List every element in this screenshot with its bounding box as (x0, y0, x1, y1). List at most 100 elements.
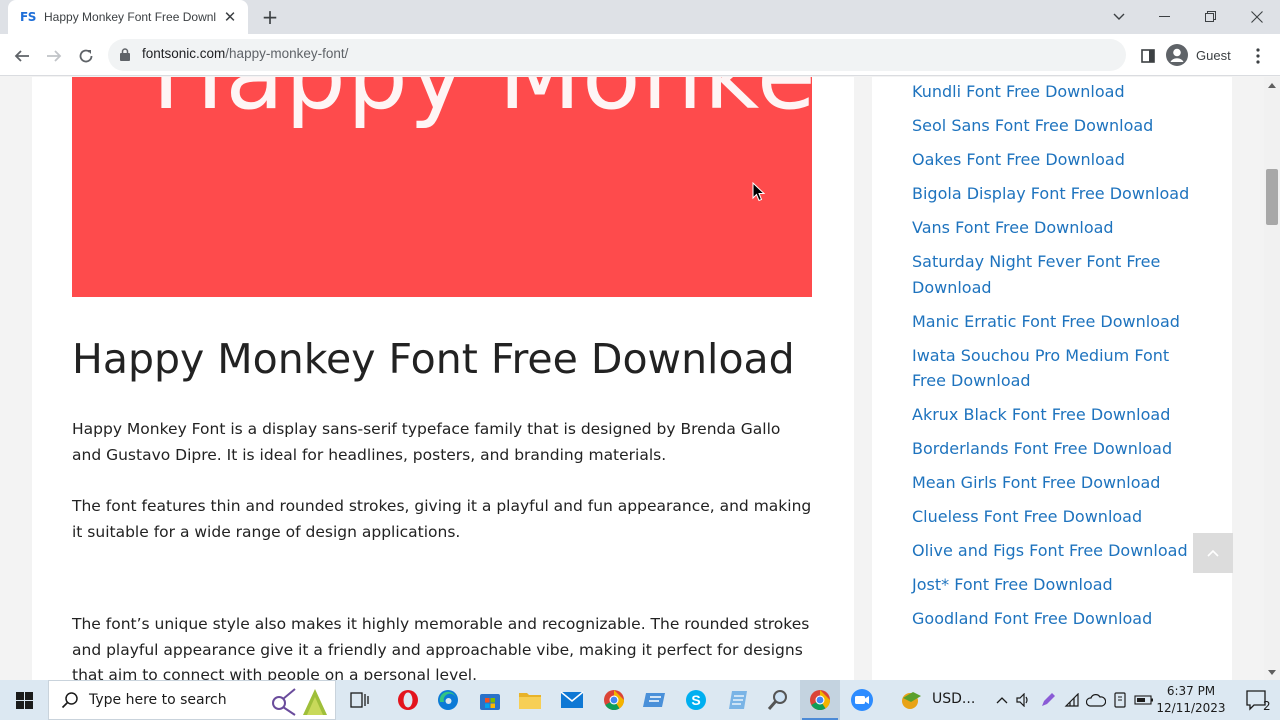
favicon-icon: FS (20, 10, 36, 24)
chevron-down-icon (1113, 13, 1125, 20)
related-link[interactable]: Saturday Night Fever Font Free Download (912, 249, 1192, 300)
mouse-cursor-icon (752, 182, 766, 202)
file-explorer-app[interactable] (516, 686, 544, 714)
task-view-button[interactable] (346, 686, 374, 714)
profile-button[interactable]: Guest (1166, 39, 1231, 71)
restore-icon (1205, 11, 1216, 22)
minimize-button[interactable] (1142, 0, 1188, 34)
taskbar-search-box[interactable]: Type here to search (48, 680, 336, 720)
forward-button[interactable] (40, 42, 68, 70)
address-bar[interactable]: fontsonic.com/happy-monkey-font/ (108, 39, 1126, 71)
svg-text:S: S (691, 692, 700, 708)
restore-button[interactable] (1188, 0, 1234, 34)
scrollbar[interactable] (1264, 77, 1280, 680)
notification-center-button[interactable]: 2 (1246, 690, 1271, 716)
magnifier-icon (767, 690, 787, 710)
close-window-button[interactable] (1234, 0, 1280, 34)
clock-time: 6:37 PM (1166, 684, 1216, 698)
notes-app[interactable] (724, 686, 752, 714)
zoom-app[interactable] (848, 686, 876, 714)
url-host: fontsonic.com (142, 46, 226, 61)
related-link[interactable]: Jost* Font Free Download (912, 572, 1192, 598)
reload-icon (79, 49, 93, 63)
currency-widget[interactable] (898, 686, 926, 714)
scroll-up-button[interactable] (1264, 77, 1280, 93)
scrollbar-thumb[interactable] (1266, 169, 1278, 225)
related-link[interactable]: Borderlands Font Free Download (912, 436, 1192, 462)
back-button[interactable] (8, 42, 36, 70)
browser-tab[interactable]: FS Happy Monkey Font Free Downl ✕ (8, 0, 248, 34)
arrow-right-icon (47, 50, 62, 62)
page-viewport: Happy Monkey Happy Monkey Font Free Down… (0, 77, 1264, 680)
minimize-icon (1159, 16, 1170, 17)
back-to-top-button[interactable] (1193, 533, 1233, 573)
chrome-app-pinned[interactable] (600, 686, 628, 714)
paragraph-style: The font’s unique style also makes it hi… (72, 615, 810, 680)
more-vert-icon (1256, 48, 1260, 64)
browser-toolbar: fontsonic.com/happy-monkey-font/ Guest (0, 34, 1280, 76)
lock-icon[interactable] (120, 48, 130, 61)
related-link[interactable]: Vans Font Free Download (912, 215, 1192, 241)
chevron-up-icon (1207, 549, 1219, 557)
battery-icon (1134, 695, 1153, 705)
related-link[interactable]: Iwata Souchou Pro Medium Font Free Downl… (912, 343, 1192, 394)
mail-app[interactable] (558, 686, 586, 714)
windows-logo-icon (15, 691, 33, 709)
search-placeholder: Type here to search (89, 692, 227, 708)
related-link[interactable]: Mean Girls Font Free Download (912, 470, 1192, 496)
related-link[interactable]: Clueless Font Free Download (912, 504, 1192, 530)
scroll-down-button[interactable] (1264, 664, 1280, 680)
related-link[interactable]: Seol Sans Font Free Download (912, 113, 1192, 139)
sidebar: Kundli Font Free Download Seol Sans Font… (872, 77, 1232, 680)
profile-label: Guest (1196, 47, 1231, 63)
reload-button[interactable] (72, 42, 100, 70)
currency-widget-icon (902, 692, 921, 709)
side-panel-button[interactable] (1134, 42, 1162, 70)
menu-button[interactable] (1244, 42, 1272, 70)
chrome-icon (604, 690, 625, 711)
close-tab-icon[interactable]: ✕ (222, 9, 238, 25)
chrome-icon (810, 690, 831, 711)
blue-card-icon (643, 693, 665, 707)
app-launcher[interactable] (640, 686, 668, 714)
related-fonts-list: Kundli Font Free Download Seol Sans Font… (912, 79, 1192, 640)
speaker-icon (1016, 693, 1028, 707)
related-link[interactable]: Goodland Font Free Download (912, 606, 1192, 632)
chrome-app-active[interactable] (806, 686, 834, 714)
battery-button[interactable] (1130, 686, 1158, 714)
related-link[interactable]: Bigola Display Font Free Download (912, 181, 1192, 207)
currency-ticker[interactable]: USD... (932, 691, 975, 707)
related-link[interactable]: Akrux Black Font Free Download (912, 402, 1192, 428)
page-title: Happy Monkey Font Free Download (72, 335, 795, 383)
folder-icon (519, 693, 541, 709)
side-panel-icon (1141, 49, 1155, 63)
opera-app[interactable] (394, 686, 422, 714)
opera-icon (398, 690, 418, 710)
article: Happy Monkey Happy Monkey Font Free Down… (32, 77, 854, 680)
start-button[interactable] (0, 680, 48, 720)
notification-count: 2 (1263, 699, 1270, 712)
hero-image-text: Happy Monkey (152, 77, 812, 131)
search-icon (61, 692, 78, 709)
paragraph-features: The font features thin and rounded strok… (72, 497, 812, 541)
related-link[interactable]: Kundli Font Free Download (912, 79, 1192, 105)
related-link[interactable]: Manic Erratic Font Free Download (912, 309, 1192, 335)
related-link[interactable]: Olive and Figs Font Free Download (912, 538, 1192, 564)
notification-icon: 2 (1246, 690, 1271, 713)
tab-strip: FS Happy Monkey Font Free Downl ✕ + (0, 0, 1280, 34)
search-highlight-icon (272, 688, 327, 716)
avatar-icon (1166, 44, 1188, 66)
edge-icon (438, 690, 458, 710)
store-app[interactable] (476, 686, 504, 714)
skype-icon: S (686, 690, 706, 710)
new-tab-button[interactable]: + (258, 5, 282, 29)
url-path: /happy-monkey-font/ (225, 46, 349, 61)
paragraph-intro: Happy Monkey Font is a display sans-seri… (72, 420, 781, 464)
magnifier-app[interactable] (764, 686, 792, 714)
hero-image: Happy Monkey (72, 77, 812, 297)
edge-app[interactable] (434, 686, 462, 714)
system-clock[interactable]: 6:37 PM 12/11/2023 (1156, 683, 1226, 717)
skype-app[interactable]: S (682, 686, 710, 714)
related-link[interactable]: Oakes Font Free Download (912, 147, 1192, 173)
tab-search-button[interactable] (1096, 0, 1142, 34)
